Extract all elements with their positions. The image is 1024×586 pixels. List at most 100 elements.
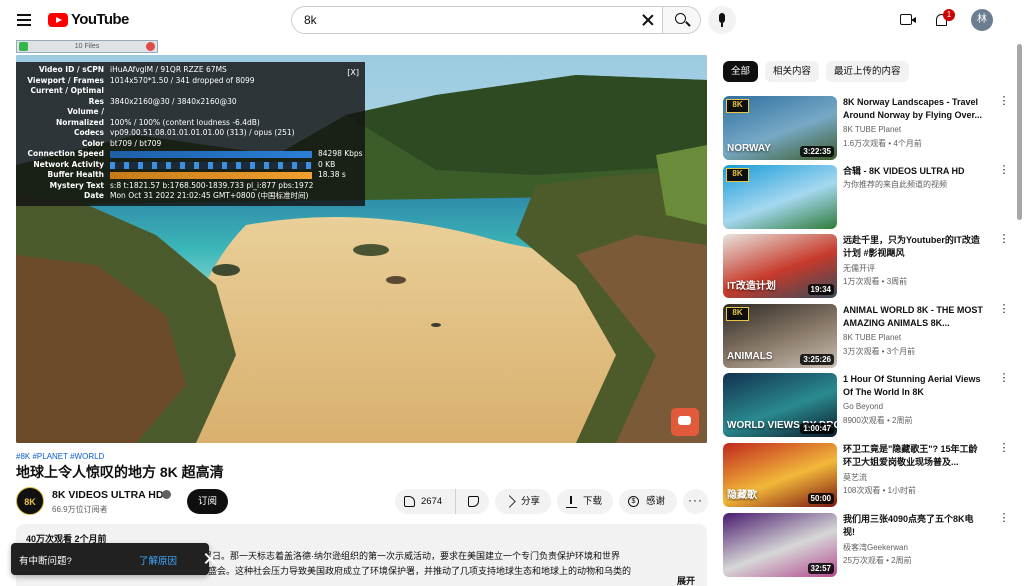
like-button[interactable]: 2674 [395,489,455,514]
recommended-channel[interactable]: 无儒开评 [843,263,875,274]
filter-chip[interactable]: 相关内容 [765,61,820,82]
video-thumbnail[interactable]: WORLD VIEWS BY DRONE1:00:47 [723,373,837,437]
stats-value: Mon Oct 31 2022 21:02:45 GMT+0800 (中国标准时… [110,191,309,200]
filter-chip[interactable]: 全部 [723,61,759,82]
channel-name[interactable]: 8K VIDEOS ULTRA HD [52,489,163,501]
video-duration: 19:34 [807,284,834,295]
recommended-title[interactable]: 我们用三张4090点亮了五个8K电视! [843,513,983,539]
recommended-video[interactable]: 8K ANIMALS 3:25:26 ANIMAL WORLD 8K - THE MO… [723,304,1015,368]
recommended-channel[interactable]: 8K TUBE Planet [843,333,901,342]
recommended-video[interactable]: 32:57 我们用三张4090点亮了五个8K电视! 极客湾Geekerwan 25万次… [723,513,1015,577]
more-options-icon[interactable]: ⋮ [998,96,1010,112]
stats-key: Network Activity [33,159,104,169]
video-thumbnail[interactable]: 8K ANIMALS 3:25:26 [723,304,837,368]
stats-row: Codecs vp09.00.51.08.01.01.01.01.00 (313)… [22,128,359,139]
more-options-icon[interactable]: ⋮ [998,304,1010,320]
share-button[interactable]: 分享 [495,489,551,514]
expand-description-link[interactable]: 展开 [672,574,695,586]
search-button[interactable] [663,6,701,34]
more-actions-button[interactable]: ··· [683,489,708,514]
learn-why-link[interactable]: 了解原因 [139,553,177,567]
stats-row: Date Mon Oct 31 2022 21:02:45 GMT+0800 (中… [22,191,359,202]
thanks-button[interactable]: $ 感谢 [619,489,677,514]
video-duration: 50:00 [807,493,834,504]
share-label: 分享 [521,496,541,507]
recommended-channel[interactable]: 为你推荐的来自此频道的视频 [843,179,947,190]
create-video-icon[interactable] [899,11,917,29]
more-options-icon[interactable]: ⋮ [998,373,1010,389]
more-options-icon[interactable]: ⋮ [998,165,1010,181]
video-thumbnail[interactable]: IT改造计划 19:34 [723,234,837,298]
recommended-meta: 1万次观看 • 3周前 [843,277,908,286]
recommended-title[interactable]: 8K Norway Landscapes - Travel Around Nor… [843,96,983,122]
more-options-icon[interactable]: ⋮ [998,234,1010,250]
recommended-video[interactable]: WORLD VIEWS BY DRONE1:00:471 Hour Of Stu… [723,373,1015,437]
stats-graph [110,161,312,169]
stats-value: 84298 Kbps [318,149,363,158]
stats-key: Color [81,138,104,148]
stats-row: Viewport / Frames 1014x570*1.50 / 341 dro… [22,76,359,87]
recommended-meta: 8900次观看 • 2周前 [843,416,913,425]
dislike-button[interactable] [455,489,489,514]
hamburger-menu-icon[interactable] [14,10,34,30]
channel-avatar[interactable]: 8K [16,487,44,515]
stats-row: Current / Optimal [22,86,359,97]
scrollbar-thumb[interactable] [1017,44,1022,220]
recommended-video[interactable]: 8K NORWAY 3:22:35 8K Norway Landscapes - Tr… [723,96,1015,160]
filter-chip[interactable]: 最近上传的内容 [826,61,909,82]
more-options-icon[interactable]: ⋮ [998,443,1010,459]
recommended-title[interactable]: ANIMAL WORLD 8K - THE MOST AMAZING ANIMA… [843,304,983,330]
more-options-icon[interactable]: ⋮ [998,513,1010,529]
channel-watermark-icon[interactable] [671,408,699,436]
recommended-channel[interactable]: 极客湾Geekerwan [843,542,908,553]
recommended-meta: 3万次观看 • 3个月前 [843,347,916,356]
video-title: 地球上令人惊叹的地方 8K 超高清 [16,464,224,480]
thumbnail-8k-badge: 8K [726,168,749,182]
clear-search-icon[interactable] [640,12,656,28]
extension-close-icon[interactable] [146,42,155,51]
stats-row: Network Activity 0 KB [22,160,359,171]
video-thumbnail[interactable]: 隐藏歌 50:00 [723,443,837,507]
stats-value: 18.38 s [318,170,346,179]
search-input[interactable] [291,6,663,34]
recommended-channel[interactable]: 8K TUBE Planet [843,125,901,134]
video-thumbnail[interactable]: 8K NORWAY 3:22:35 [723,96,837,160]
stats-row: Normalized 100% / 100% (content loudness … [22,118,359,129]
recommended-channel[interactable]: Go Beyond [843,402,883,411]
hashtags[interactable]: #8K #PLANET #WORLD [16,452,104,461]
subscribe-button[interactable]: 订阅 [187,489,228,514]
subscriber-count: 66.9万位订阅者 [52,505,108,514]
recommended-channel[interactable]: 莫艺流 [843,472,867,483]
stats-key: Current / Optimal [30,86,104,95]
video-thumbnail[interactable]: 32:57 [723,513,837,577]
youtube-play-icon [48,12,68,27]
recommended-meta: 1.6万次观看 • 4个月前 [843,139,922,148]
stats-graph [110,172,312,179]
youtube-logo[interactable]: YouTube [48,11,129,28]
thumbnail-8k-badge: 8K [726,99,749,113]
recommended-video[interactable]: 隐藏歌 50:00 环卫工竟是"隐藏歌王"? 15年工龄环卫大姐爱岗敬业现场普及..… [723,443,1015,507]
download-button[interactable]: 下载 [557,489,613,514]
video-duration: 3:25:26 [800,354,834,365]
stats-row: Color bt709 / bt709 [22,139,359,150]
stats-key: Codecs [73,128,104,137]
voice-search-button[interactable] [708,6,736,34]
recommended-title[interactable]: 合辑 - 8K VIDEOS ULTRA HD [843,165,983,178]
recommended-title[interactable]: 环卫工竟是"隐藏歌王"? 15年工龄环卫大姐爱岗敬业现场普及... [843,443,983,469]
stats-value: iHuAAfvglM / 91QR RZZE 67MS [110,65,227,74]
close-icon[interactable] [203,552,217,566]
thumbs-down-icon [468,496,479,507]
video-thumbnail[interactable]: 8K [723,165,837,229]
download-label: 下载 [583,496,603,507]
stats-key: Connection Speed [27,149,104,158]
stats-graph [110,151,312,158]
recommended-video[interactable]: IT改造计划 19:34 远赴千里，只为Youtuber的IT改造计划 #影视飓风无… [723,234,1015,298]
recommended-title[interactable]: 远赴千里，只为Youtuber的IT改造计划 #影视飓风 [843,234,983,260]
video-duration: 3:22:35 [800,146,834,157]
recommended-video[interactable]: 8K 合辑 - 8K VIDEOS ULTRA HD 为你推荐的来自此频道的视频 ⋮ [723,165,1015,229]
account-avatar[interactable]: 林 [971,9,993,31]
recommended-title[interactable]: 1 Hour Of Stunning Aerial Views Of The W… [843,373,983,399]
stats-key: Volume / [67,107,104,116]
files-extension-bar[interactable]: 10 Files [16,40,158,53]
stats-row: Connection Speed 84298 Kbps [22,149,363,160]
